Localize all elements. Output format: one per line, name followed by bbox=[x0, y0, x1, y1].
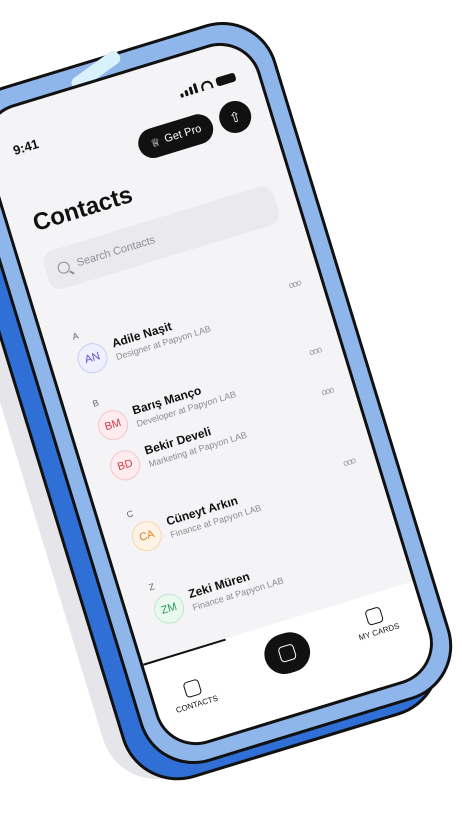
section-letter-b: B bbox=[91, 397, 101, 409]
status-time: 9:41 bbox=[11, 135, 41, 158]
avatar: BM bbox=[94, 406, 132, 444]
tab-contacts-label: CONTACTS bbox=[174, 693, 220, 715]
share-button[interactable]: ⇧ bbox=[215, 96, 256, 137]
active-tab-indicator bbox=[143, 638, 226, 666]
cellular-signal-icon bbox=[178, 83, 199, 98]
avatar: ZM bbox=[150, 590, 188, 628]
search-placeholder: Search Contacts bbox=[75, 234, 157, 270]
get-pro-label: Get Pro bbox=[163, 122, 203, 146]
section-letter-c: C bbox=[125, 508, 135, 520]
avatar: AN bbox=[73, 339, 112, 377]
more-options-icon[interactable]: ooo bbox=[342, 455, 356, 468]
scan-icon bbox=[277, 643, 298, 664]
status-icons bbox=[178, 71, 237, 98]
share-icon: ⇧ bbox=[227, 107, 243, 126]
crown-icon: ♕ bbox=[148, 135, 162, 151]
section-letter-a: A bbox=[70, 330, 80, 342]
wifi-icon bbox=[199, 78, 214, 91]
avatar: CA bbox=[128, 517, 166, 555]
tab-my-cards-label: MY CARDS bbox=[357, 621, 401, 643]
scan-card-button[interactable] bbox=[259, 627, 316, 680]
more-options-icon[interactable]: ooo bbox=[287, 277, 301, 290]
avatar: BD bbox=[106, 446, 144, 485]
contacts-icon bbox=[182, 678, 203, 699]
get-pro-button[interactable]: ♕ Get Pro bbox=[134, 110, 217, 162]
card-icon bbox=[364, 606, 385, 627]
more-options-icon[interactable]: ooo bbox=[320, 384, 334, 397]
phone-illustration: 9:41 ♕ Get Pro ⇧ Contacts Search Contact… bbox=[0, 0, 462, 825]
search-icon bbox=[56, 260, 72, 276]
battery-icon bbox=[214, 71, 237, 87]
more-options-icon[interactable]: ooo bbox=[308, 344, 322, 357]
tab-my-cards[interactable]: MY CARDS bbox=[352, 602, 401, 642]
tab-contacts[interactable]: CONTACTS bbox=[169, 675, 219, 715]
section-letter-z: Z bbox=[147, 581, 156, 593]
